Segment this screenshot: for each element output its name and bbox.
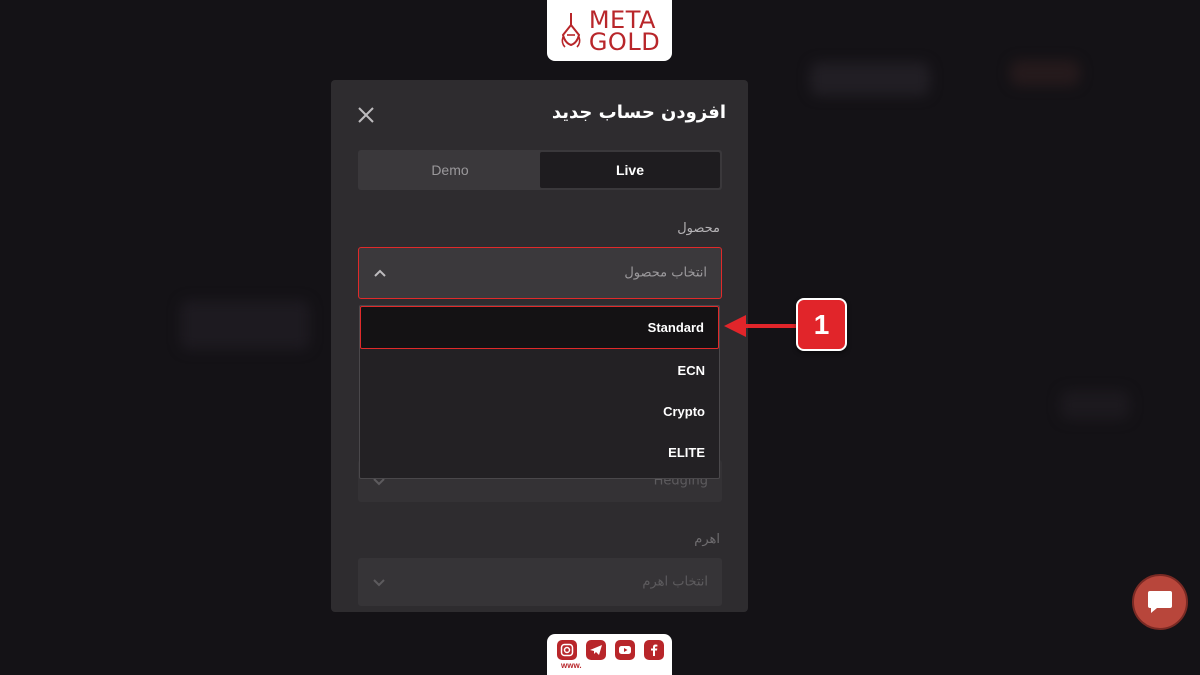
product-select-placeholder: انتخاب محصول (624, 265, 707, 281)
annotation-arrow-icon (724, 315, 800, 337)
account-type-toggle: Demo Live (358, 150, 722, 190)
option-crypto[interactable]: Crypto (360, 390, 719, 432)
option-ecn[interactable]: ECN (360, 349, 719, 391)
leverage-select-placeholder: انتخاب اهرم (642, 574, 708, 590)
product-dropdown-menu: Standard ECN Crypto ELITE (359, 305, 720, 479)
telegram-icon[interactable] (586, 640, 606, 660)
leverage-label: اهرم (694, 532, 720, 547)
option-standard[interactable]: Standard (360, 306, 719, 349)
modal-title: افزودن حساب جدید (551, 102, 726, 123)
product-select[interactable]: انتخاب محصول (358, 247, 722, 299)
tab-live[interactable]: Live (540, 152, 720, 188)
facebook-icon[interactable] (644, 640, 664, 660)
annotation-step-badge: 1 (796, 298, 847, 351)
metagold-logo-icon (561, 12, 581, 48)
chevron-down-icon (373, 579, 385, 587)
instagram-icon[interactable] (557, 640, 577, 660)
website-prefix: www. (561, 661, 582, 670)
chat-bubble-icon (1148, 591, 1172, 613)
leverage-select[interactable]: انتخاب اهرم (358, 558, 722, 606)
background-panel-blur (180, 300, 310, 350)
tab-demo[interactable]: Demo (360, 152, 540, 188)
background-button-blur (810, 62, 930, 96)
option-elite[interactable]: ELITE (360, 431, 719, 473)
social-links: www. (547, 634, 672, 675)
brand-logo: META GOLD (547, 0, 672, 61)
background-panel-blur (1060, 390, 1130, 420)
background-accent-blur (1010, 60, 1080, 86)
logo-line-2: GOLD (588, 27, 661, 56)
chat-button[interactable] (1132, 574, 1188, 630)
product-label: محصول (677, 221, 720, 236)
chevron-up-icon (374, 269, 386, 277)
youtube-icon[interactable] (615, 640, 635, 660)
close-icon[interactable] (355, 104, 377, 126)
logo-wordmark: META GOLD (588, 8, 661, 56)
